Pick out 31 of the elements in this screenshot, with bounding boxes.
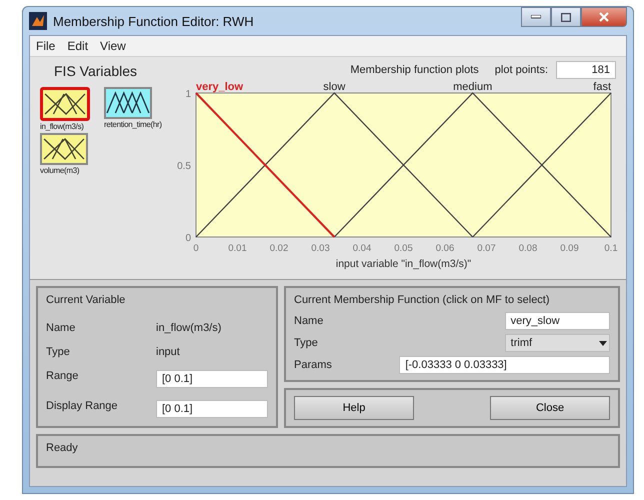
variable-type: input	[156, 346, 181, 358]
panel-title: Current Variable	[46, 294, 126, 306]
field-label: Display Range	[46, 400, 119, 414]
axis-label: input variable "in_flow(m3/s)"	[336, 258, 472, 270]
field-label: Type	[294, 337, 319, 349]
y-tick-label: 0.5	[177, 161, 191, 172]
y-tick-label: 1	[185, 89, 191, 100]
field-label: Type	[46, 346, 71, 358]
field-label: Name	[46, 322, 76, 334]
section-title: FIS Variables	[53, 63, 138, 79]
x-tick-label: 0.07	[477, 243, 496, 254]
field-label: Range	[46, 370, 80, 384]
variable-name: in_flow(m3/s)	[156, 322, 222, 334]
x-tick-label: 0.04	[352, 243, 372, 254]
field-label: plot points:	[494, 64, 548, 76]
y-tick-label: 0	[185, 233, 191, 244]
field-label: Name	[294, 315, 324, 327]
x-tick-label: 0	[193, 243, 199, 254]
panel-title: Current Membership Function (click on MF to select)	[294, 294, 551, 306]
x-tick-label: 0.09	[560, 243, 579, 254]
x-tick-label: 0.01	[228, 243, 247, 254]
status-text: Ready	[46, 442, 78, 454]
window-title: Membership Function Editor: RWH	[53, 14, 255, 28]
x-tick-label: 0.02	[270, 243, 288, 254]
x-tick-label: 0.06	[436, 243, 454, 254]
x-tick-label: 0.03	[311, 243, 330, 254]
x-tick-label: 0.1	[604, 243, 618, 254]
x-tick-label: 0.05	[394, 243, 413, 254]
plot-title: Membership function plots	[350, 64, 479, 76]
field-label: Params	[294, 359, 333, 371]
x-tick-label: 0.08	[518, 243, 538, 254]
